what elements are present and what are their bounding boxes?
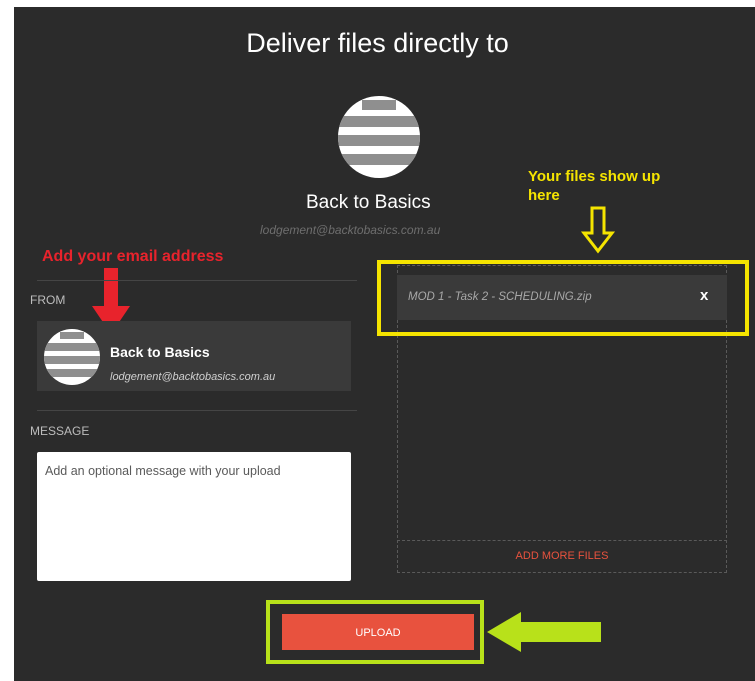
upload-button[interactable]: UPLOAD — [282, 614, 474, 650]
arrow-down-icon — [580, 206, 616, 254]
recipient-email: lodgement@backtobasics.com.au — [260, 223, 441, 237]
divider — [37, 280, 357, 281]
recipient-avatar-icon — [338, 96, 420, 178]
files-highlight-box — [377, 260, 749, 336]
sender-name: Back to Basics — [110, 344, 210, 360]
arrow-left-icon — [487, 612, 601, 652]
files-hint-annotation: Your files show up here — [528, 167, 660, 205]
sender-avatar-icon — [44, 329, 100, 385]
page-title: Deliver files directly to — [246, 28, 509, 58]
files-hint-line2: here — [528, 187, 560, 204]
message-label: MESSAGE — [30, 424, 90, 438]
add-more-files-button[interactable]: ADD MORE FILES — [397, 540, 727, 573]
sender-email: lodgement@backtobasics.com.au — [110, 371, 276, 383]
email-hint-annotation: Add your email address — [42, 248, 224, 265]
from-label: FROM — [30, 293, 66, 307]
divider — [37, 410, 357, 411]
recipient-name: Back to Basics — [306, 192, 431, 213]
message-input[interactable] — [37, 452, 351, 581]
files-hint-line1: Your files show up — [528, 168, 661, 185]
